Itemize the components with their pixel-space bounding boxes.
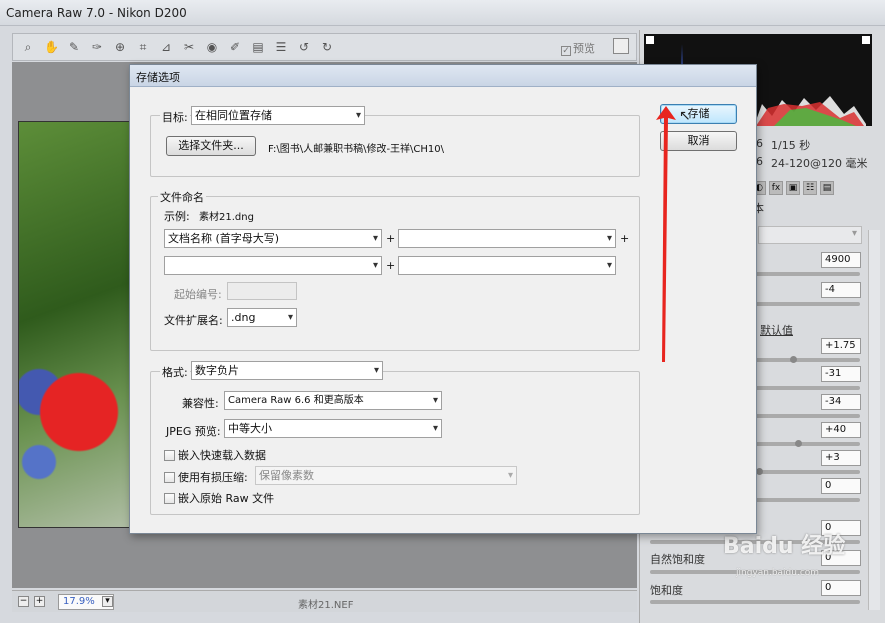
embed-fast-load-label: 嵌入快速载入数据 xyxy=(178,449,266,462)
target-label: 目标: xyxy=(160,109,190,125)
jpeg-preview-label: JPEG 预览: xyxy=(166,425,221,438)
preview-checkbox[interactable]: ✓ 预览 xyxy=(561,40,595,56)
tab-fx-icon[interactable]: fx xyxy=(769,181,783,195)
adjust-value-field[interactable]: -34 xyxy=(821,394,861,410)
name-part-1-select[interactable]: 文档名称 (首字母大写) xyxy=(164,229,382,248)
window-titlebar: Camera Raw 7.0 - Nikon D200 xyxy=(0,0,885,26)
adjust-value-field[interactable]: -31 xyxy=(821,366,861,382)
slider-knob[interactable] xyxy=(790,356,797,363)
target-path: F:\图书\人邮兼职书稿\修改-王祥\CH10\ xyxy=(268,144,445,155)
graduated-filter-icon[interactable]: ▤ xyxy=(251,40,265,54)
default-link[interactable]: 默认值 xyxy=(760,322,793,338)
zoom-dropdown-icon[interactable]: ▾ xyxy=(102,596,113,607)
target-select[interactable]: 在相同位置存储 xyxy=(191,106,365,125)
hand-tool-icon[interactable]: ✋ xyxy=(44,40,59,54)
camera-lens: 24-120@120 毫米 xyxy=(771,157,868,170)
camera-info-digit-a: 6 xyxy=(756,137,763,150)
format-label: 格式: xyxy=(160,364,190,380)
panel-tabs: ◐ fx ▣ ☷ ▤ xyxy=(752,180,852,198)
zoom-out-icon[interactable]: − xyxy=(18,596,29,607)
straighten-tool-icon[interactable]: ⊿ xyxy=(159,40,173,54)
embed-fast-load-checkbox[interactable]: 嵌入快速载入数据 xyxy=(164,447,266,463)
slider-knob[interactable] xyxy=(795,440,802,447)
name-part-3-select[interactable] xyxy=(164,256,382,275)
camera-raw-toolbar: ⌕ ✋ ✎ ✑ ⊕ ⌗ ⊿ ✂ ◉ ✐ ▤ ☰ ↺ ↻ ✓ 预览 xyxy=(12,33,637,61)
adjust-value-field[interactable]: 0 xyxy=(821,580,861,596)
adjust-slider[interactable] xyxy=(650,600,860,604)
compatibility-select[interactable]: Camera Raw 6.6 和更高版本 xyxy=(224,391,442,410)
zoom-in-icon[interactable]: + xyxy=(34,596,45,607)
lossy-compression-select[interactable]: 保留像素数 xyxy=(255,466,517,485)
choose-folder-button[interactable]: 选择文件夹... xyxy=(166,136,256,156)
saturation-label: 饱和度 xyxy=(650,584,683,597)
panel-scrollbar[interactable] xyxy=(868,230,880,610)
spot-removal-tool-icon[interactable]: ✂ xyxy=(182,40,196,54)
camera-shutter: 1/15 秒 xyxy=(771,139,811,152)
tab-snapshots-icon[interactable]: ▤ xyxy=(820,181,834,195)
plus-sign-3: + xyxy=(386,259,396,272)
white-balance-select[interactable] xyxy=(758,226,862,244)
extension-label: 文件扩展名: xyxy=(164,314,223,327)
zoom-tool-icon[interactable]: ⌕ xyxy=(21,40,35,54)
window-title: Camera Raw 7.0 - Nikon D200 xyxy=(6,6,187,20)
lossy-compression-label: 使用有损压缩: xyxy=(178,471,248,484)
rotate-ccw-icon[interactable]: ↺ xyxy=(297,40,311,54)
lossy-compression-checkbox[interactable]: 使用有损压缩: xyxy=(164,469,248,485)
adjust-value-field[interactable]: 0 xyxy=(821,478,861,494)
adjust-value-field[interactable]: -4 xyxy=(821,282,861,298)
color-sampler-tool-icon[interactable]: ✑ xyxy=(90,40,104,54)
dialog-title: 存储选项 xyxy=(136,71,180,84)
tab-presets-icon[interactable]: ☷ xyxy=(803,181,817,195)
name-part-2-select[interactable] xyxy=(398,229,616,248)
dialog-titlebar: 存储选项 xyxy=(130,65,756,87)
photo-preview xyxy=(18,121,133,528)
start-number-field[interactable] xyxy=(227,282,297,300)
embed-raw-checkbox[interactable]: 嵌入原始 Raw 文件 xyxy=(164,490,274,506)
start-number-label: 起始编号: xyxy=(174,288,222,301)
jpeg-preview-select[interactable]: 中等大小 xyxy=(224,419,442,438)
compatibility-label: 兼容性: xyxy=(182,397,219,410)
rotate-cw-icon[interactable]: ↻ xyxy=(320,40,334,54)
example-value: 素材21.dng xyxy=(199,212,254,223)
white-balance-tool-icon[interactable]: ✎ xyxy=(67,40,81,54)
adjustment-brush-icon[interactable]: ✐ xyxy=(228,40,242,54)
vibrance-label: 自然饱和度 xyxy=(650,553,705,566)
mouse-cursor-icon: ↖ xyxy=(679,108,691,124)
name-part-4-select[interactable] xyxy=(398,256,616,275)
adjust-value-field[interactable]: +3 xyxy=(821,450,861,466)
example-label: 示例: xyxy=(164,210,190,223)
shadow-clipping-icon[interactable] xyxy=(646,36,654,44)
file-naming-label: 文件命名 xyxy=(158,189,206,205)
highlight-clipping-icon[interactable] xyxy=(862,36,870,44)
embed-raw-label: 嵌入原始 Raw 文件 xyxy=(178,492,275,505)
adjust-value-field[interactable]: 4900 xyxy=(821,252,861,268)
adjust-value-field[interactable]: +40 xyxy=(821,422,861,438)
red-eye-tool-icon[interactable]: ◉ xyxy=(205,40,219,54)
slider-knob[interactable] xyxy=(756,468,763,475)
plus-sign-1: + xyxy=(386,232,396,245)
crop-tool-icon[interactable]: ⌗ xyxy=(136,40,150,54)
adjust-value-field[interactable]: +1.75 xyxy=(821,338,861,354)
status-filename: 素材21.NEF xyxy=(298,600,354,611)
preferences-icon[interactable]: ☰ xyxy=(274,40,288,54)
camera-info-digit-b: 6 xyxy=(756,155,763,168)
red-arrow-annotation xyxy=(656,106,676,362)
baidu-watermark-url: jingyan.baidu.com xyxy=(736,568,820,578)
preview-label: 预览 xyxy=(573,42,595,55)
status-bar: − + 17.9% ▾ 素材21.NEF xyxy=(12,590,637,612)
format-select[interactable]: 数字负片 xyxy=(191,361,383,380)
fullscreen-icon[interactable] xyxy=(613,38,629,54)
target-adjust-tool-icon[interactable]: ⊕ xyxy=(113,40,127,54)
extension-select[interactable]: .dng xyxy=(227,308,297,327)
plus-sign-2: + xyxy=(620,232,630,245)
tab-camera-icon[interactable]: ▣ xyxy=(786,181,800,195)
